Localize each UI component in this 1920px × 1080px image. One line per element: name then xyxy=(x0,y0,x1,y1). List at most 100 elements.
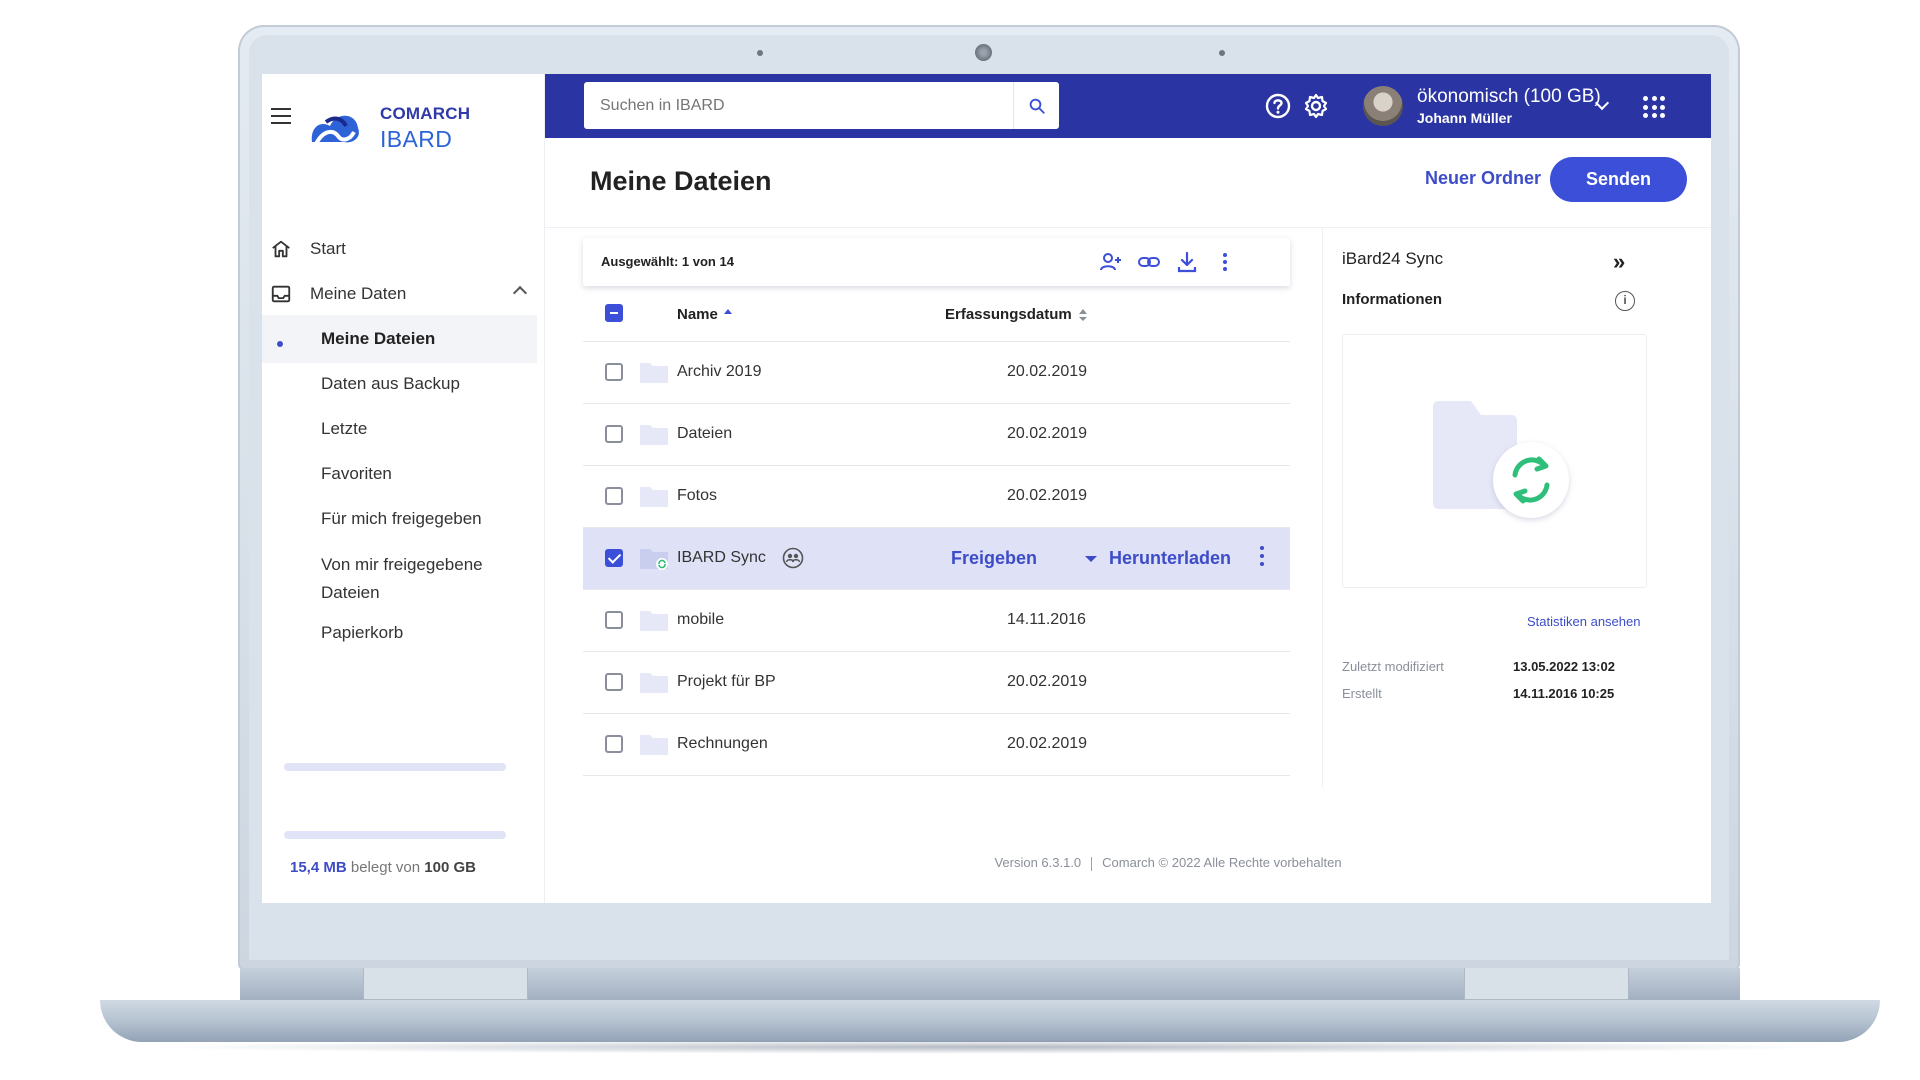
file-name[interactable]: Projekt für BP xyxy=(677,673,776,691)
search-input[interactable] xyxy=(600,82,1000,129)
selection-toolbar: Ausgewählt: 1 von 14 xyxy=(583,238,1290,286)
table-row[interactable]: Projekt für BP 20.02.2019 xyxy=(583,652,1290,714)
chevron-up-icon[interactable] xyxy=(512,285,528,301)
hamburger-menu-icon[interactable] xyxy=(271,108,291,124)
avatar[interactable] xyxy=(1363,86,1403,126)
table-row[interactable]: Archiv 2019 20.02.2019 xyxy=(583,342,1290,404)
plan-label[interactable]: ökonomisch (100 GB) xyxy=(1417,86,1601,108)
file-date: 20.02.2019 xyxy=(1007,673,1088,690)
folder-icon xyxy=(640,487,668,507)
page-title: Meine Dateien xyxy=(590,166,772,196)
sidebar-item-favorites[interactable]: Favoriten xyxy=(262,450,537,498)
caret-down-icon[interactable] xyxy=(1085,556,1097,562)
download-icon[interactable] xyxy=(1175,251,1199,273)
sensor-dot xyxy=(1219,50,1225,56)
sidebar-item-label: Von mir freigegebene Dateien xyxy=(321,555,483,602)
storage-placeholder-bar xyxy=(284,763,506,771)
add-user-icon[interactable] xyxy=(1099,251,1123,273)
sidebar-item-label: Für mich freigegeben xyxy=(321,509,482,528)
file-name[interactable]: IBARD Sync xyxy=(677,549,766,567)
file-name[interactable]: Rechnungen xyxy=(677,735,768,753)
sidebar-item-backup[interactable]: Daten aus Backup xyxy=(262,360,537,408)
table-row-selected[interactable]: IBARD Sync Freigeben Herunterladen xyxy=(583,528,1290,590)
search-button[interactable] xyxy=(1013,82,1059,129)
sidebar-item-start[interactable]: Start xyxy=(262,225,537,273)
selection-count: Ausgewählt: 1 von 14 xyxy=(601,254,734,269)
modified-value: 13.05.2022 13:02 xyxy=(1513,659,1615,674)
sidebar-item-label: Start xyxy=(310,239,346,258)
modified-label: Zuletzt modifiziert xyxy=(1342,659,1444,674)
info-panel: iBard24 Sync » Informationen i Statistik… xyxy=(1322,227,1711,787)
sidebar-item-recent[interactable]: Letzte xyxy=(262,405,537,453)
main-content: Meine Dateien Neuer Ordner Senden Ausgew… xyxy=(545,138,1711,903)
row-checkbox[interactable] xyxy=(605,549,623,567)
storage-used: 15,4 MB xyxy=(290,859,347,876)
webcam xyxy=(975,44,992,61)
file-table: Name Erfassungsdatum Archiv 2019 20.02.2… xyxy=(583,288,1290,776)
sort-asc-icon[interactable] xyxy=(723,308,733,322)
sidebar-item-shared-with-me[interactable]: Für mich freigegeben xyxy=(262,495,537,543)
version-text: Version 6.3.1.0 xyxy=(994,855,1082,870)
screen: COMARCH IBARD Start Meine Daten Meine Da… xyxy=(262,74,1711,903)
created-value: 14.11.2016 10:25 xyxy=(1513,686,1615,701)
apps-grid-icon[interactable] xyxy=(1643,96,1665,118)
gear-icon[interactable] xyxy=(1302,92,1330,120)
row-checkbox[interactable] xyxy=(605,611,623,629)
send-button[interactable]: Senden xyxy=(1550,157,1687,202)
info-icon[interactable]: i xyxy=(1615,291,1635,311)
sort-icon[interactable] xyxy=(1078,308,1088,322)
sidebar-item-label: Meine Daten xyxy=(310,284,407,303)
sidebar-item-my-data[interactable]: Meine Daten xyxy=(262,270,537,318)
more-vertical-icon[interactable] xyxy=(1213,251,1237,273)
sync-folder-preview-icon xyxy=(1433,401,1569,518)
shared-users-icon xyxy=(782,547,804,569)
top-bar: ökonomisch (100 GB) Johann Müller xyxy=(545,74,1711,138)
file-date: 14.11.2016 xyxy=(1007,611,1086,628)
file-name[interactable]: mobile xyxy=(677,611,724,629)
select-all-checkbox[interactable] xyxy=(605,304,623,322)
sensor-dot xyxy=(757,50,763,56)
search-icon xyxy=(1029,98,1045,114)
file-name[interactable]: Archiv 2019 xyxy=(677,363,762,381)
help-icon[interactable] xyxy=(1264,92,1292,120)
panel-subtitle: Informationen xyxy=(1342,291,1442,308)
statistics-link[interactable]: Statistiken ansehen xyxy=(1527,614,1640,629)
link-icon[interactable] xyxy=(1137,251,1161,273)
file-name[interactable]: Dateien xyxy=(677,425,732,443)
sidebar-item-my-files[interactable]: Meine Dateien xyxy=(262,315,537,363)
row-checkbox[interactable] xyxy=(605,425,623,443)
sidebar-item-trash[interactable]: Papierkorb xyxy=(262,609,537,657)
row-checkbox[interactable] xyxy=(605,487,623,505)
sidebar-item-label: Favoriten xyxy=(321,464,392,483)
table-row[interactable]: Rechnungen 20.02.2019 xyxy=(583,714,1290,776)
file-name[interactable]: Fotos xyxy=(677,487,717,505)
footer: Version 6.3.1.0 Comarch © 2022 Alle Recht… xyxy=(545,855,1711,871)
sidebar: COMARCH IBARD Start Meine Daten Meine Da… xyxy=(262,74,545,903)
table-row[interactable]: Fotos 20.02.2019 xyxy=(583,466,1290,528)
file-date: 20.02.2019 xyxy=(1007,425,1088,442)
share-dropdown-button[interactable]: Freigeben xyxy=(951,548,1037,569)
row-checkbox[interactable] xyxy=(605,735,623,753)
storage-middle: belegt von xyxy=(350,859,421,876)
sidebar-item-label: Papierkorb xyxy=(321,623,404,642)
column-header-name[interactable]: Name xyxy=(677,306,718,323)
hinge-left xyxy=(363,968,528,1000)
brand-product: IBARD xyxy=(380,126,453,152)
table-row[interactable]: Dateien 20.02.2019 xyxy=(583,404,1290,466)
laptop-base xyxy=(100,1000,1880,1042)
storage-total: 100 GB xyxy=(424,859,476,876)
row-checkbox[interactable] xyxy=(605,673,623,691)
download-button[interactable]: Herunterladen xyxy=(1109,548,1231,569)
folder-icon xyxy=(640,611,668,631)
more-vertical-icon[interactable] xyxy=(1259,546,1265,570)
new-folder-button[interactable]: Neuer Ordner xyxy=(1425,168,1541,189)
column-header-date[interactable]: Erfassungsdatum xyxy=(945,306,1072,323)
user-name[interactable]: Johann Müller xyxy=(1417,110,1512,126)
table-row[interactable]: mobile 14.11.2016 xyxy=(583,590,1290,652)
row-checkbox[interactable] xyxy=(605,363,623,381)
sidebar-item-shared-by-me[interactable]: Von mir freigegebene Dateien xyxy=(262,551,512,607)
collapse-panel-icon[interactable]: » xyxy=(1613,249,1625,275)
panel-title: iBard24 Sync xyxy=(1342,249,1444,268)
folder-icon xyxy=(640,673,668,693)
laptop-shadow xyxy=(140,1040,1840,1054)
